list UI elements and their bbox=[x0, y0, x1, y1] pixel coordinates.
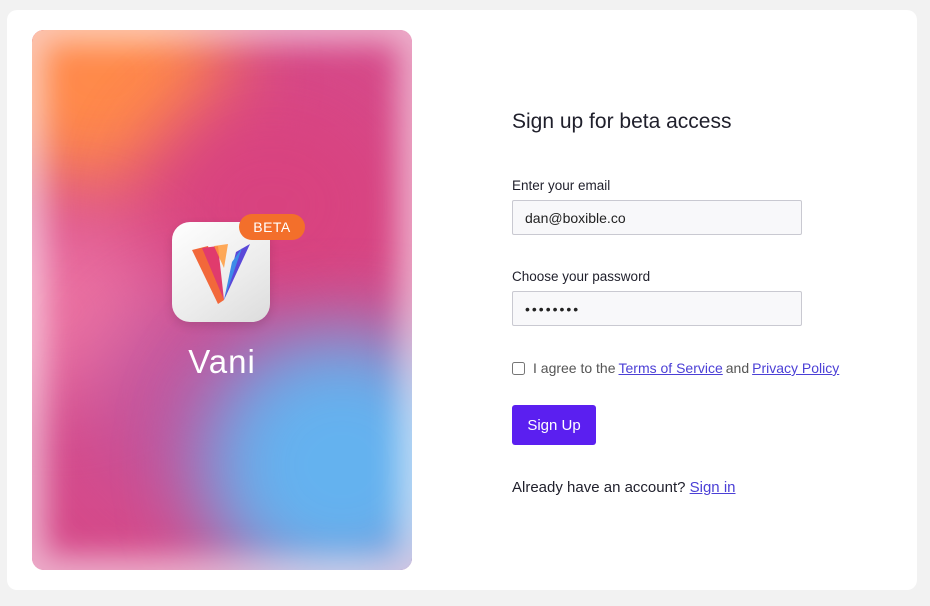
sign-up-button[interactable]: Sign Up bbox=[512, 405, 596, 445]
hero-panel: BETA Vani bbox=[32, 30, 412, 570]
page-title: Sign up for beta access bbox=[512, 110, 732, 133]
privacy-policy-link[interactable]: Privacy Policy bbox=[752, 360, 839, 376]
terms-of-service-link[interactable]: Terms of Service bbox=[619, 360, 723, 376]
agree-prefix-text: I agree to the bbox=[533, 360, 616, 376]
signup-form: Sign up for beta access Enter your email… bbox=[512, 10, 892, 590]
app-name: Vani bbox=[188, 343, 256, 380]
agree-checkbox[interactable] bbox=[512, 361, 525, 375]
signin-prompt-text: Already have an account? bbox=[512, 479, 686, 496]
sign-in-link[interactable]: Sign in bbox=[690, 479, 736, 496]
email-label: Enter your email bbox=[512, 178, 611, 193]
email-field[interactable] bbox=[512, 200, 802, 235]
terms-agreement: I agree to the Terms of Service and Priv… bbox=[512, 358, 842, 378]
password-field[interactable] bbox=[512, 291, 802, 326]
signin-prompt: Already have an account? Sign in bbox=[512, 479, 736, 496]
signup-card: BETA Vani Sign up for beta access Enter … bbox=[7, 10, 917, 590]
password-label: Choose your password bbox=[512, 269, 651, 284]
agree-and-text: and bbox=[725, 360, 750, 376]
beta-badge: BETA bbox=[239, 214, 305, 240]
